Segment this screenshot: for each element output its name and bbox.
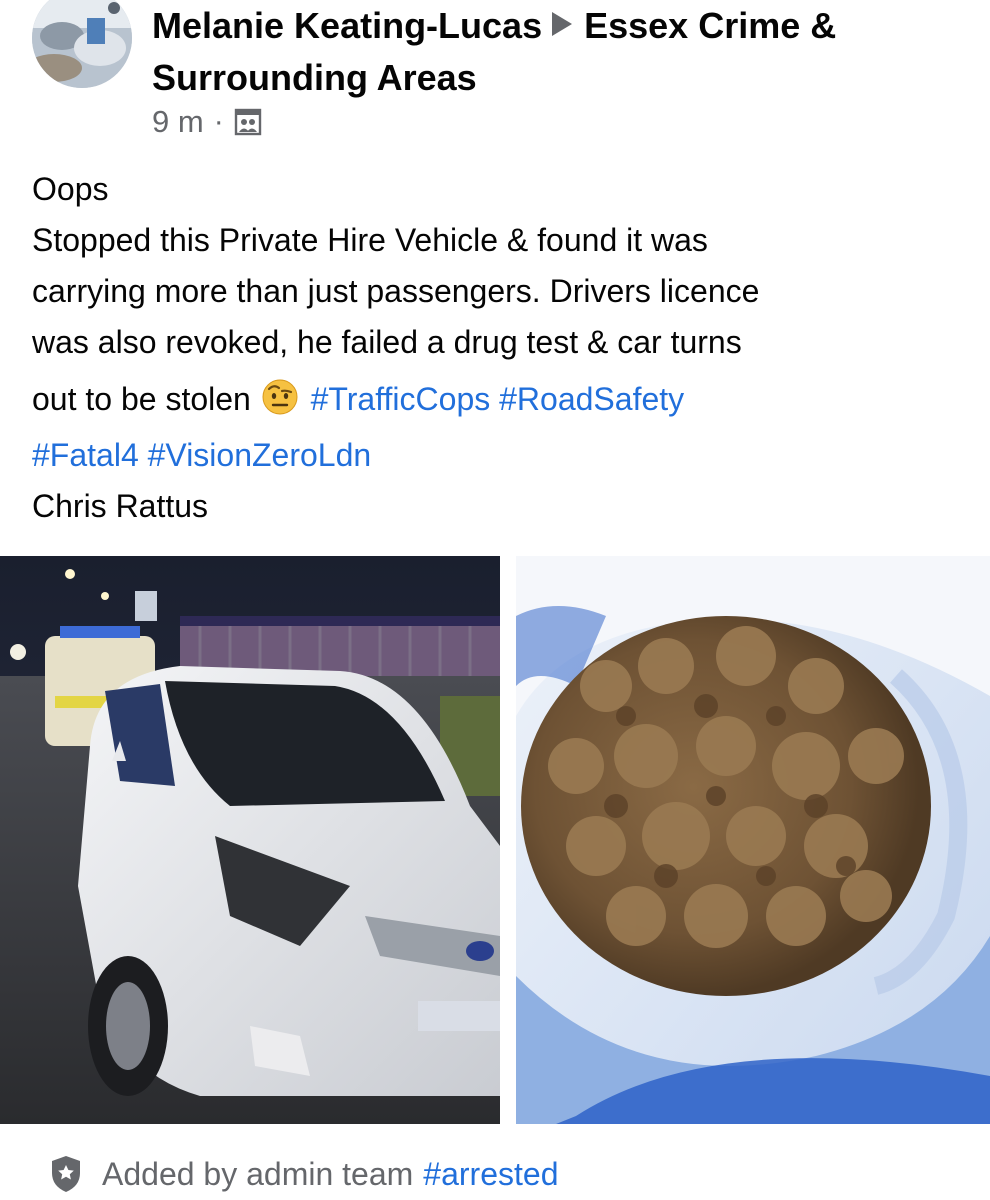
photo-car[interactable] [0, 556, 500, 1124]
hashtag-link[interactable]: #Fatal4 [32, 437, 139, 473]
face-with-raised-eyebrow-emoji [262, 379, 298, 415]
photo-drugs[interactable] [516, 556, 990, 1124]
avatar-image [32, 0, 132, 88]
footer-hashtag-link[interactable]: #arrested [423, 1156, 558, 1193]
post-meta: 9 m · [152, 104, 262, 140]
meta-separator: · [213, 105, 224, 138]
post-body: Oops Stopped this Private Hire Vehicle &… [32, 164, 962, 532]
hashtag-link[interactable]: #VisionZeroLdn [148, 437, 372, 473]
group-name-line1: Essex Crime & [584, 5, 837, 46]
shield-icon [52, 1156, 80, 1192]
added-by-label: Added by admin team [102, 1155, 414, 1192]
shared-to-arrow-icon [552, 12, 573, 36]
hashtag-link[interactable]: #RoadSafety [499, 381, 684, 417]
post-text-segment: out to be stolen [32, 381, 251, 417]
group-privacy-icon[interactable] [234, 108, 262, 136]
post-text-line: #Fatal4 #VisionZeroLdn [32, 430, 962, 481]
post-text-line: was also revoked, he failed a drug test … [32, 324, 742, 360]
author-name[interactable]: Melanie Keating-Lucas [152, 5, 542, 46]
group-name-line2: Surrounding Areas [152, 57, 477, 98]
post-text-line: out to be stolen #TrafficCops #RoadSafet… [32, 368, 962, 430]
car-photo-image [0, 556, 500, 1124]
post-text-line: Oops [32, 171, 109, 207]
post-header: Melanie Keating-Lucas Essex Crime & Surrou… [152, 0, 972, 104]
author-avatar[interactable] [32, 0, 132, 88]
post-timestamp[interactable]: 9 m [152, 104, 204, 140]
bag-photo-image [516, 556, 990, 1124]
post-footer: Added by admin team #arrested [50, 1150, 558, 1198]
post-text-line: carrying more than just passengers. Driv… [32, 273, 760, 309]
hashtag-link[interactable]: #TrafficCops [311, 381, 491, 417]
post-signature: Chris Rattus [32, 488, 209, 524]
post-text-line: Stopped this Private Hire Vehicle & foun… [32, 222, 708, 258]
